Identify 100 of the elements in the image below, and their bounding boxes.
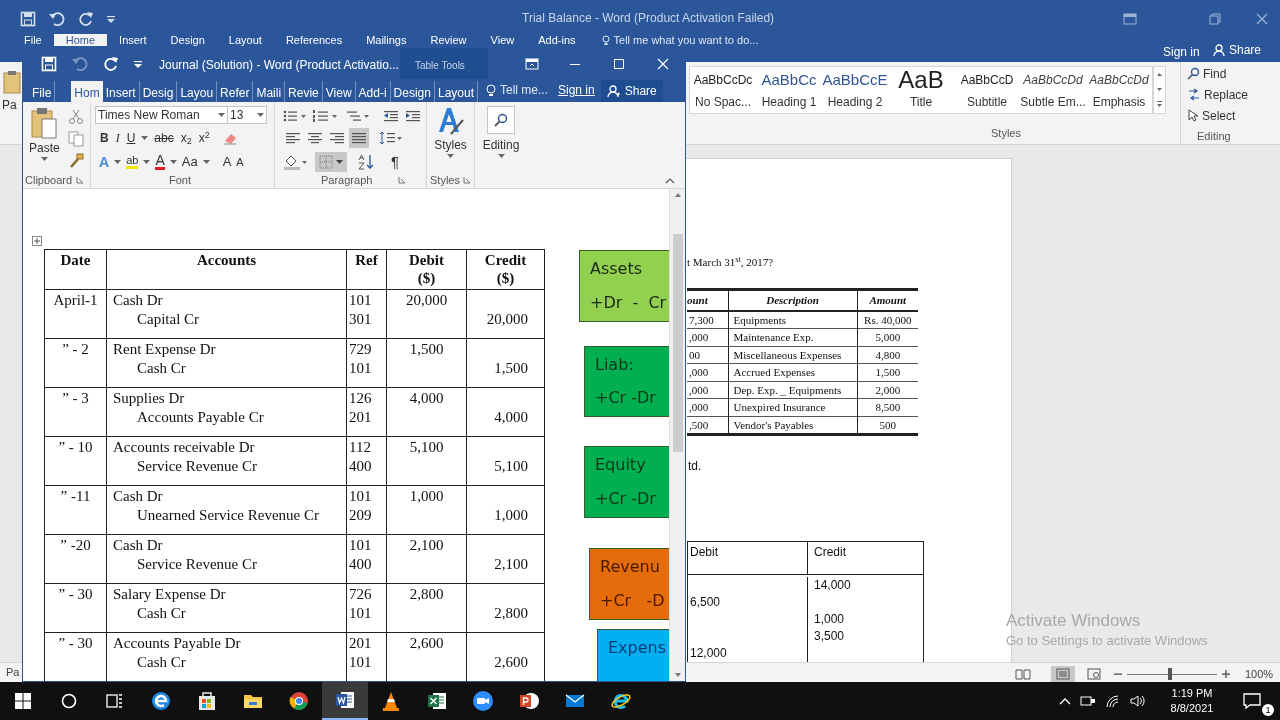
dialog-launcher-icon[interactable] <box>462 176 471 184</box>
dropdown-arrow-icon[interactable] <box>143 159 151 165</box>
shading-icon[interactable] <box>283 154 309 170</box>
table-move-handle-icon[interactable] <box>32 236 42 246</box>
amount: 5,100 <box>494 458 528 474</box>
dialog-launcher-icon[interactable] <box>76 176 85 184</box>
ribbon-tab[interactable]: Insert <box>107 34 159 46</box>
clock[interactable]: 1:19 PM 8/8/2021 <box>1161 686 1223 716</box>
search-icon <box>1187 67 1200 81</box>
style-option[interactable]: AaBbCcDd Subtle Em... <box>1020 67 1086 113</box>
underline-button[interactable]: U <box>125 129 137 147</box>
volume-icon[interactable] <box>1130 694 1146 708</box>
ribbon-tab[interactable]: Review <box>418 34 479 46</box>
zoom-in-icon[interactable] <box>1221 669 1231 680</box>
network-icon[interactable] <box>1080 694 1096 708</box>
ribbon-display-icon[interactable] <box>1123 13 1137 25</box>
web-layout-icon[interactable] <box>1087 668 1101 681</box>
bullets-icon[interactable] <box>283 108 307 123</box>
vertical-scrollbar[interactable] <box>669 189 685 681</box>
grow-font-button[interactable]: A <box>222 152 232 172</box>
change-case-button[interactable]: Aa <box>181 152 198 172</box>
dropdown-arrow-icon[interactable] <box>141 135 149 141</box>
collapse-ribbon-icon[interactable] <box>665 178 675 184</box>
undo-icon[interactable] <box>71 55 89 72</box>
font-color-button[interactable]: A <box>155 154 165 170</box>
ribbon-tab[interactable]: Mailings <box>354 34 419 46</box>
share-button[interactable]: Share <box>1210 40 1265 60</box>
line-spacing-icon[interactable] <box>379 131 403 145</box>
sign-in-link[interactable]: Sign in <box>558 81 595 99</box>
sign-in-link[interactable]: Sign in <box>1163 43 1200 61</box>
table-cell: Vendor's Payables <box>733 418 814 431</box>
ribbon-tab[interactable]: View <box>478 34 527 46</box>
brush-icon[interactable] <box>67 153 84 169</box>
customize-icon[interactable] <box>133 58 143 69</box>
ribbon-tab[interactable]: References <box>273 34 355 46</box>
select-button[interactable]: Select <box>1187 105 1260 127</box>
zoom-level[interactable]: 100% <box>1245 666 1274 683</box>
redo-icon[interactable] <box>103 55 119 72</box>
styles-button[interactable]: Styles <box>427 102 474 172</box>
tell-me-field[interactable]: Tell me what you want to do... <box>613 34 759 46</box>
shrink-font-button[interactable]: A <box>236 153 244 171</box>
style-option[interactable]: AaBbCcD Subtitle <box>954 67 1020 113</box>
scissors-icon[interactable] <box>67 109 84 125</box>
taskbar-app-button[interactable] <box>322 682 368 720</box>
document-app-icon <box>334 689 356 711</box>
dropdown-arrow-icon[interactable] <box>114 159 122 165</box>
chevron-up-icon[interactable] <box>1059 697 1071 705</box>
print-layout-button[interactable] <box>1051 666 1075 683</box>
ribbon-tab[interactable]: Home <box>53 34 108 46</box>
style-option[interactable]: AaBbCcDc No Spac... <box>690 67 756 113</box>
share-button[interactable]: Share <box>600 80 663 102</box>
align-justify-button[interactable] <box>349 128 369 148</box>
style-option[interactable]: AaB Title <box>888 67 954 113</box>
clipboard-icon[interactable] <box>2 70 22 94</box>
wifi-icon[interactable] <box>1105 694 1121 708</box>
scrollbar-thumb[interactable] <box>672 234 683 452</box>
pilcrow-button[interactable]: ¶ <box>391 150 400 174</box>
dialog-launcher-icon[interactable] <box>398 176 407 184</box>
save-icon[interactable] <box>41 55 57 72</box>
dropdown-arrow-icon[interactable] <box>169 159 177 165</box>
zoom-slider-thumb[interactable] <box>1168 668 1173 681</box>
strikethrough-button[interactable]: abc <box>153 129 175 147</box>
borders-button[interactable] <box>315 152 347 172</box>
customize-icon[interactable] <box>106 14 116 24</box>
maximize-icon[interactable] <box>613 57 625 70</box>
editing-button[interactable]: Editing <box>475 102 527 188</box>
italic-button[interactable]: I <box>114 129 121 147</box>
ribbon-tab[interactable]: Add-ins <box>526 34 588 46</box>
ribbon-tab[interactable]: Design <box>158 34 217 46</box>
bold-button[interactable]: B <box>99 129 110 147</box>
replace-button[interactable]: Replace <box>1187 84 1260 106</box>
find-button[interactable]: Find <box>1187 63 1260 85</box>
ribbon-tab[interactable]: Layout <box>216 34 274 46</box>
dropdown-arrow-icon[interactable] <box>202 159 210 165</box>
increase-indent-icon[interactable] <box>405 109 421 122</box>
font-name-field[interactable]: Times New Roman <box>95 106 228 124</box>
table-cell: Maintenance Exp. <box>733 331 814 343</box>
decrease-indent-icon[interactable] <box>383 109 399 122</box>
close-icon[interactable] <box>1256 13 1268 25</box>
read-mode-icon[interactable] <box>1015 668 1031 681</box>
tell-me-field[interactable]: Tell me... <box>500 81 548 99</box>
ref-number: 726 <box>349 585 372 604</box>
paste-button[interactable]: Paste <box>29 107 60 172</box>
ribbon-tab[interactable]: File <box>12 34 54 46</box>
redo-icon[interactable] <box>78 11 94 27</box>
style-option[interactable]: AaBbCc Heading 1 <box>756 67 822 113</box>
subscript-button[interactable]: x$_{2}$ <box>179 129 193 147</box>
numbering-icon[interactable] <box>313 108 339 123</box>
sort-icon[interactable] <box>357 154 375 170</box>
ribbon-tab[interactable]: Hom <box>71 81 103 102</box>
style-option[interactable]: AaBbCcE Heading 2 <box>822 67 888 113</box>
notifications-button[interactable]: 1 <box>1232 682 1272 720</box>
font-size-field[interactable]: 13 <box>228 106 267 124</box>
highlight-button[interactable]: ab <box>126 155 139 169</box>
restore-icon[interactable] <box>1209 13 1221 25</box>
cut-off-button-label[interactable]: Pa <box>2 96 17 114</box>
style-option[interactable]: AaBbCcDd Emphasis <box>1086 67 1152 113</box>
save-icon[interactable] <box>20 11 36 27</box>
undo-icon[interactable] <box>48 11 66 27</box>
superscript-button[interactable]: x$^{2}$ <box>197 129 211 147</box>
